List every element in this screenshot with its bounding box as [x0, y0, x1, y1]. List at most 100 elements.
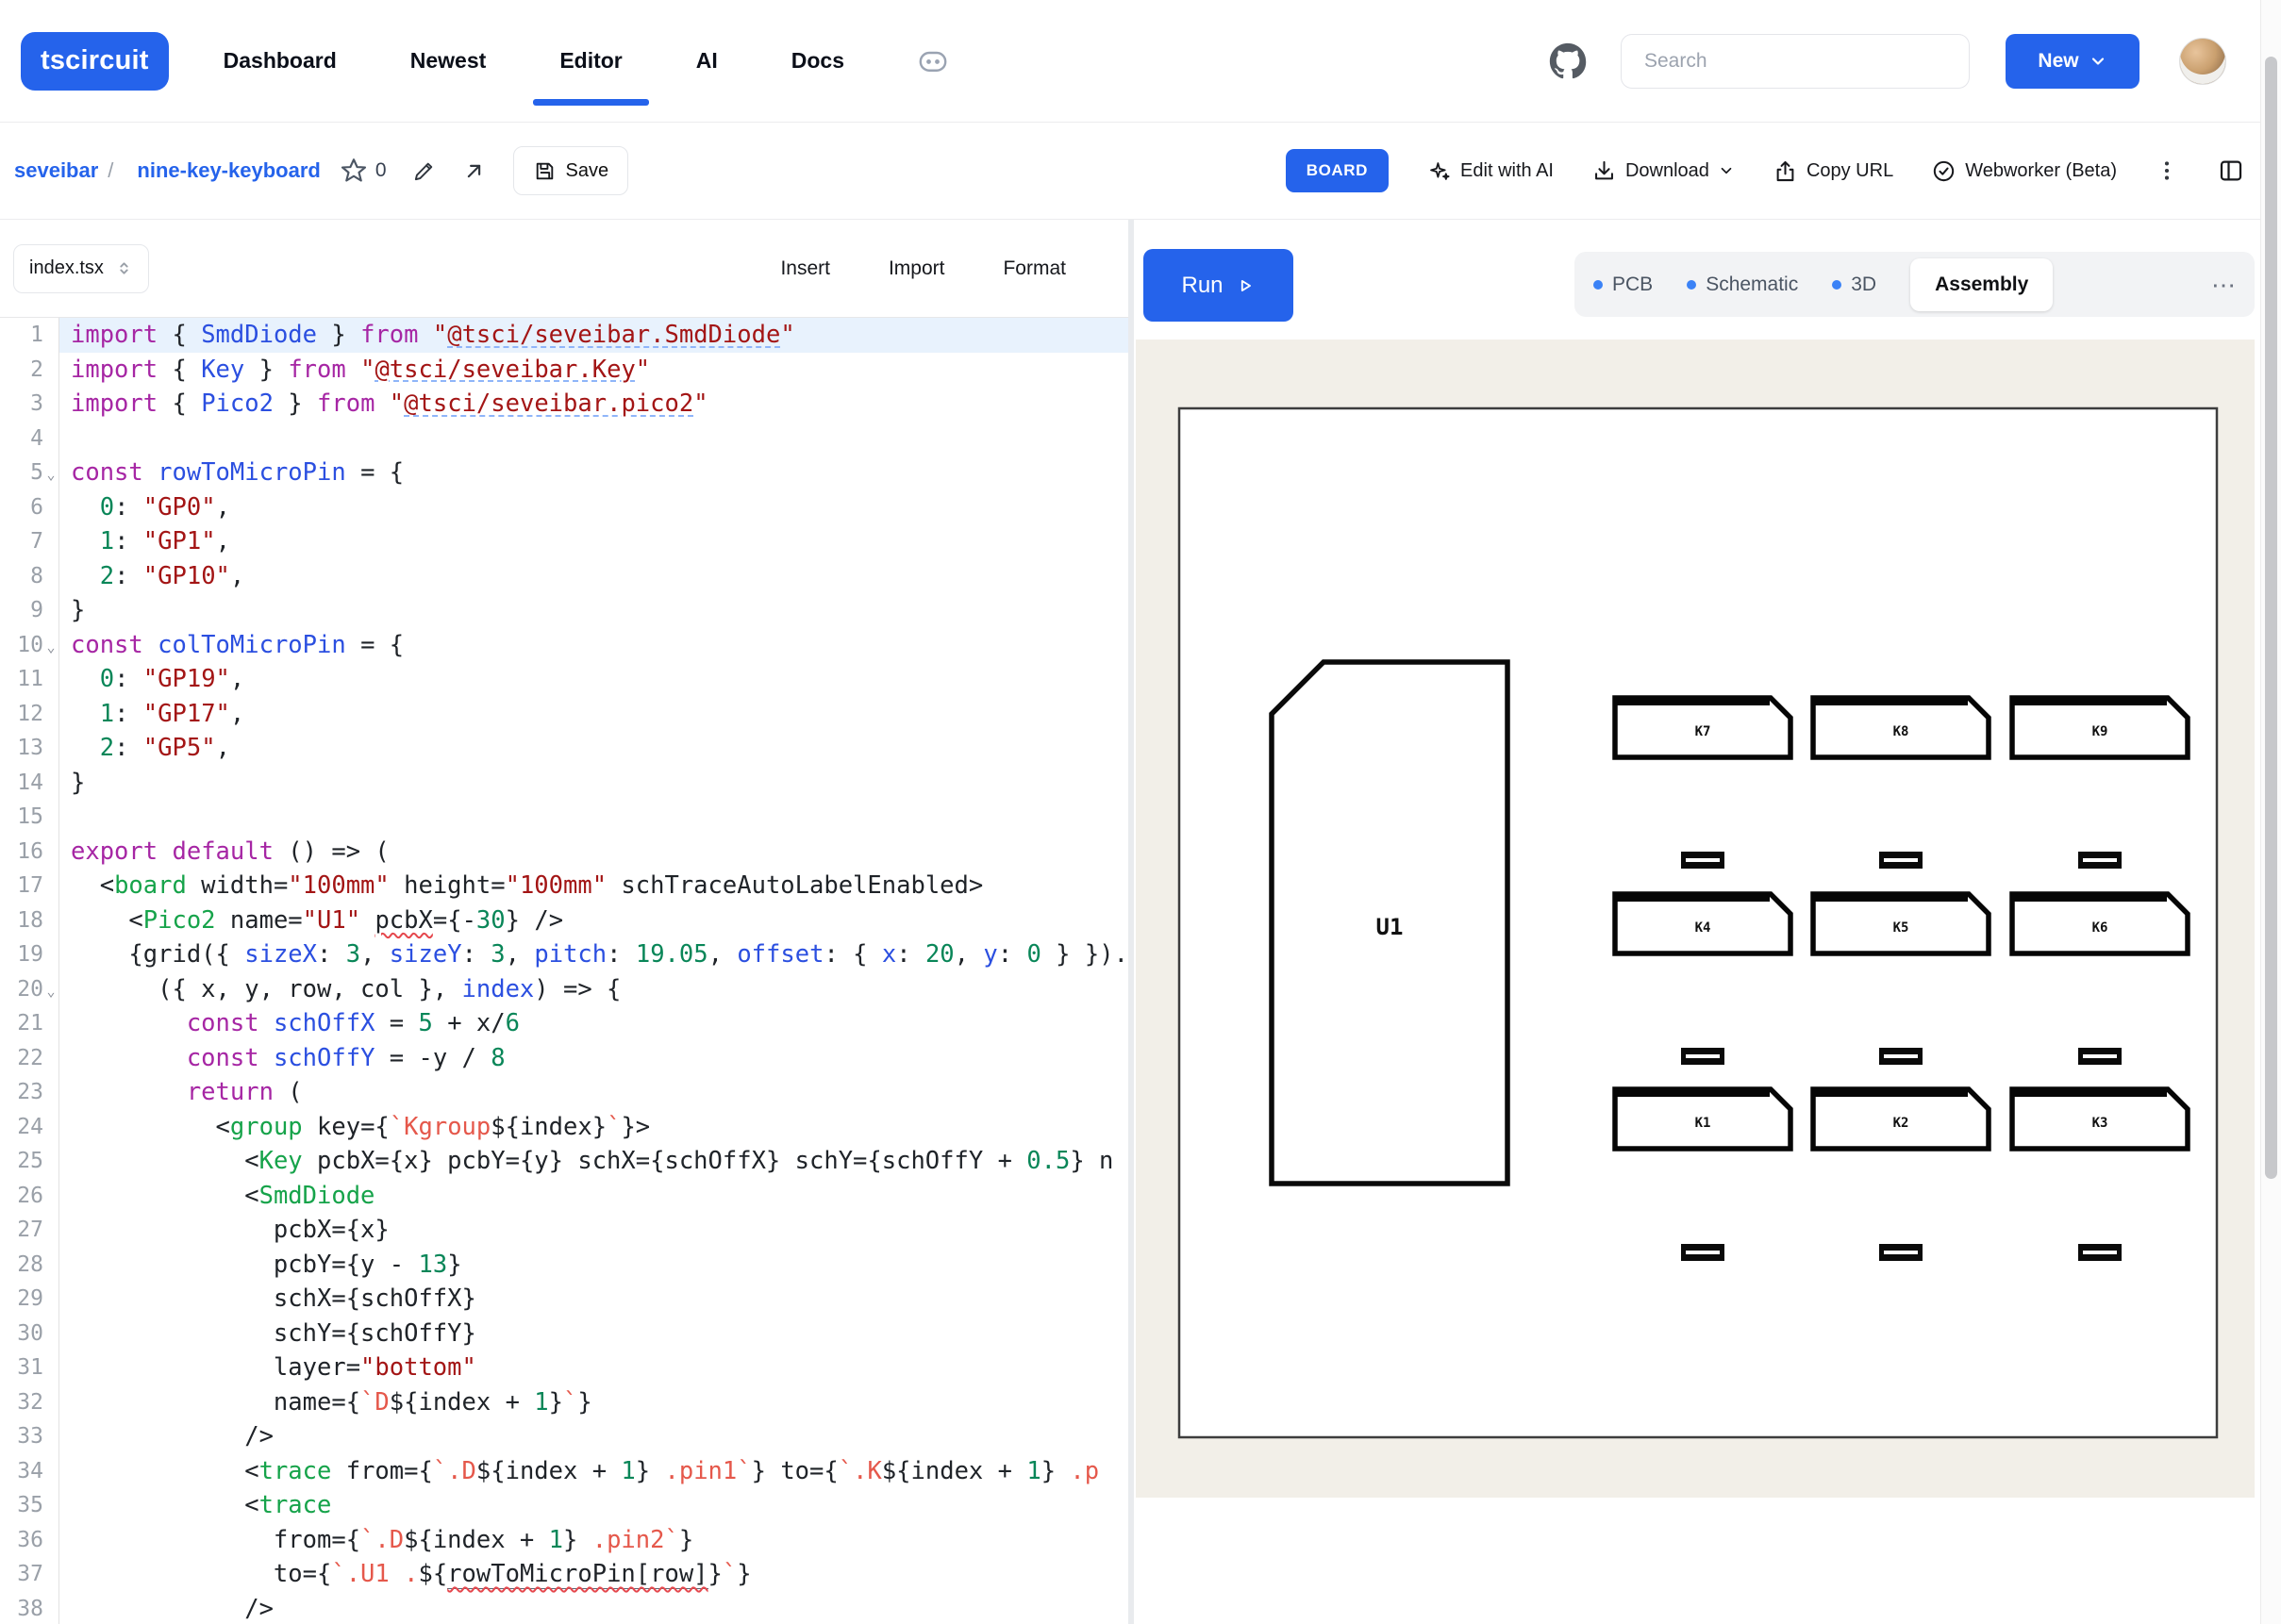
code-line[interactable]: 37 to={`.U1 .${rowToMicroPin[row]}`} — [0, 1557, 1128, 1592]
discord-icon[interactable] — [916, 44, 950, 78]
file-selector[interactable]: index.tsx — [13, 244, 149, 293]
code-line[interactable]: 12 1: "GP17", — [0, 697, 1128, 732]
star-control[interactable]: 0 — [340, 157, 387, 185]
code-line[interactable]: 29 schX={schOffX} — [0, 1282, 1128, 1317]
code-line[interactable]: 25 <Key pcbX={x} pcbY={y} schX={schOffX}… — [0, 1144, 1128, 1179]
arrow-up-right-icon — [461, 158, 487, 184]
breadcrumb-owner[interactable]: seveibar — [14, 158, 98, 183]
code-line[interactable]: 27 pcbX={x} — [0, 1213, 1128, 1248]
code-line[interactable]: 17 <board width="100mm" height="100mm" s… — [0, 869, 1128, 903]
assembly-canvas[interactable]: U1K7K8K9K4K5K6K1K2K3 — [1136, 340, 2255, 1498]
view-tabs: PCB Schematic 3D Assembly ⋯ — [1574, 252, 2255, 317]
tabs-more-button[interactable]: ⋯ — [2211, 273, 2236, 297]
nav-item-docs[interactable]: Docs — [791, 48, 844, 74]
scrollbar-thumb[interactable] — [2265, 57, 2277, 1179]
line-number: 38 — [0, 1592, 43, 1624]
fold-toggle-icon[interactable]: ⌄ — [43, 628, 58, 663]
code-line[interactable]: 38 /> — [0, 1592, 1128, 1624]
code-line[interactable]: 14} — [0, 766, 1128, 801]
github-icon[interactable] — [1549, 42, 1587, 80]
fold-spacer — [43, 1006, 58, 1041]
code-line[interactable]: 16export default () => ( — [0, 835, 1128, 870]
code-line[interactable]: 34 <trace from={`.D${index + 1} .pin1`} … — [0, 1454, 1128, 1489]
tscircuit-logo[interactable]: tscircuit — [21, 32, 169, 91]
chevron-down-icon — [1718, 162, 1735, 179]
code-line-content: const schOffX = 5 + x/6 — [58, 1006, 1128, 1041]
edit-with-ai-button[interactable]: Edit with AI — [1426, 158, 1554, 184]
menu-item-format[interactable]: Format — [1003, 257, 1066, 280]
tab-schematic[interactable]: Schematic — [1687, 273, 1798, 296]
code-line[interactable]: 35 <trace — [0, 1488, 1128, 1523]
code-line[interactable]: 3import { Pico2 } from "@tsci/seveibar.p… — [0, 387, 1128, 422]
code-line[interactable]: 19 {grid({ sizeX: 3, sizeY: 3, pitch: 19… — [0, 937, 1128, 972]
code-line[interactable]: 1import { SmdDiode } from "@tsci/seveiba… — [0, 318, 1128, 353]
toggle-panel-button[interactable] — [2217, 157, 2245, 185]
code-line[interactable]: 32 name={`D${index + 1}`} — [0, 1385, 1128, 1420]
breadcrumb-project[interactable]: nine-key-keyboard — [137, 158, 320, 183]
board-badge[interactable]: BOARD — [1286, 149, 1389, 192]
search-input[interactable] — [1621, 34, 1970, 89]
code-line[interactable]: 30 schY={schOffY} — [0, 1317, 1128, 1351]
code-line-content — [58, 422, 1128, 456]
rename-pencil-button[interactable] — [411, 158, 437, 184]
line-number: 10 — [0, 628, 43, 663]
code-line[interactable]: 21 const schOffX = 5 + x/6 — [0, 1006, 1128, 1041]
fold-spacer — [43, 903, 58, 938]
nav-item-dashboard[interactable]: Dashboard — [224, 48, 337, 74]
code-line[interactable]: 36 from={`.D${index + 1} .pin2`} — [0, 1523, 1128, 1558]
copy-url-button[interactable]: Copy URL — [1773, 158, 1893, 184]
code-line[interactable]: 22 const schOffY = -y / 8 — [0, 1041, 1128, 1076]
code-line[interactable]: 10⌄const colToMicroPin = { — [0, 628, 1128, 663]
code-line[interactable]: 28 pcbY={y - 13} — [0, 1248, 1128, 1283]
line-number: 35 — [0, 1488, 43, 1523]
code-line[interactable]: 8 2: "GP10", — [0, 559, 1128, 594]
edit-with-ai-label: Edit with AI — [1460, 160, 1554, 182]
nav-item-newest[interactable]: Newest — [410, 48, 487, 74]
code-line[interactable]: 26 <SmdDiode — [0, 1179, 1128, 1214]
code-area[interactable]: 1import { SmdDiode } from "@tsci/seveiba… — [0, 318, 1128, 1624]
line-number: 2 — [0, 353, 43, 388]
code-line[interactable]: 23 return ( — [0, 1075, 1128, 1110]
fold-toggle-icon[interactable]: ⌄ — [43, 456, 58, 490]
code-line[interactable]: 7 1: "GP1", — [0, 524, 1128, 559]
line-number: 8 — [0, 559, 43, 594]
code-line-content — [58, 800, 1128, 835]
code-line[interactable]: 11 0: "GP19", — [0, 662, 1128, 697]
code-line[interactable]: 20⌄ ({ x, y, row, col }, index) => { — [0, 972, 1128, 1007]
fold-toggle-icon[interactable]: ⌄ — [43, 972, 58, 1007]
code-line-content: import { SmdDiode } from "@tsci/seveibar… — [58, 318, 1128, 353]
tab-assembly[interactable]: Assembly — [1910, 258, 2053, 311]
download-button[interactable]: Download — [1591, 158, 1735, 184]
menu-item-import[interactable]: Import — [889, 257, 945, 280]
code-line[interactable]: 24 <group key={`Kgroup${index}`}> — [0, 1110, 1128, 1145]
code-line[interactable]: 13 2: "GP5", — [0, 731, 1128, 766]
save-button[interactable]: Save — [513, 146, 629, 195]
line-number: 24 — [0, 1110, 43, 1145]
tab-3d[interactable]: 3D — [1832, 273, 1876, 296]
menu-item-insert[interactable]: Insert — [780, 257, 830, 280]
nav-item-editor[interactable]: Editor — [559, 48, 622, 74]
open-external-button[interactable] — [461, 158, 487, 184]
new-button[interactable]: New — [2006, 34, 2139, 89]
code-line[interactable]: 33 /> — [0, 1419, 1128, 1454]
line-number: 36 — [0, 1523, 43, 1558]
code-line[interactable]: 6 0: "GP0", — [0, 490, 1128, 525]
tab-pcb[interactable]: PCB — [1593, 273, 1653, 296]
window-scrollbar[interactable] — [2260, 0, 2281, 1624]
code-line[interactable]: 15 — [0, 800, 1128, 835]
more-options-button[interactable] — [2155, 158, 2179, 183]
fold-spacer — [43, 1144, 58, 1179]
nav-item-ai[interactable]: AI — [696, 48, 718, 74]
chevron-updown-icon — [115, 259, 133, 277]
code-line[interactable]: 18 <Pico2 name="U1" pcbX={-30} /> — [0, 903, 1128, 938]
code-line[interactable]: 4 — [0, 422, 1128, 456]
code-line[interactable]: 2import { Key } from "@tsci/seveibar.Key… — [0, 353, 1128, 388]
app-window: tscircuit Dashboard Newest Editor AI Docs Ne… — [0, 0, 2281, 1624]
fold-spacer — [43, 1419, 58, 1454]
code-line[interactable]: 9} — [0, 593, 1128, 628]
code-line[interactable]: 5⌄const rowToMicroPin = { — [0, 456, 1128, 490]
code-line[interactable]: 31 layer="bottom" — [0, 1351, 1128, 1385]
user-avatar[interactable] — [2179, 38, 2226, 85]
webworker-toggle[interactable]: Webworker (Beta) — [1931, 158, 2117, 184]
run-button[interactable]: Run — [1143, 249, 1293, 322]
